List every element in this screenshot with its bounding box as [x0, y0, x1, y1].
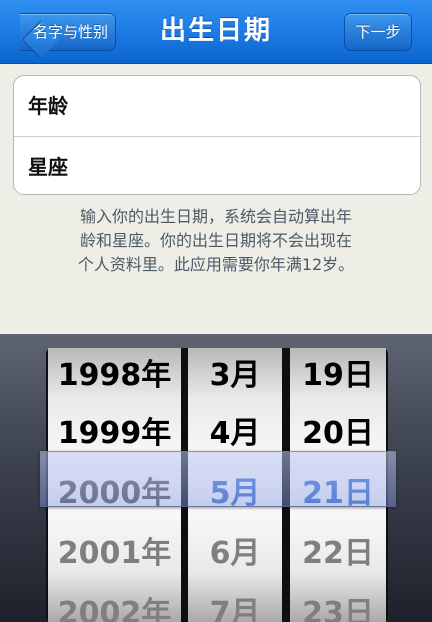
picker-selection-indicator	[40, 451, 396, 507]
zodiac-cell[interactable]: 星座	[14, 136, 420, 194]
day-row[interactable]: 22日	[290, 524, 386, 584]
month-row[interactable]: 3月	[188, 348, 282, 406]
year-row[interactable]: 1998年	[48, 348, 181, 406]
navigation-bar: 出生日期 名字与性别 下一步	[0, 0, 432, 64]
info-note: 输入你的出生日期，系统会自动算出年 龄和星座。你的出生日期将不会出现在 个人资料…	[24, 205, 408, 277]
note-line-2: 龄和星座。你的出生日期将不会出现在	[79, 231, 352, 250]
age-cell[interactable]: 年龄	[14, 76, 420, 136]
next-button[interactable]: 下一步	[344, 13, 412, 51]
month-row[interactable]: 6月	[188, 524, 282, 584]
note-line-3: 个人资料里。此应用需要你年满12岁。	[77, 255, 355, 274]
back-button[interactable]: 名字与性别	[20, 13, 116, 59]
year-row[interactable]: 2002年	[48, 584, 181, 622]
back-button-label: 名字与性别	[32, 23, 108, 41]
day-row[interactable]: 23日	[290, 584, 386, 622]
note-line-1: 输入你的出生日期，系统会自动算出年	[79, 207, 352, 226]
year-row[interactable]: 2001年	[48, 524, 181, 584]
info-table: 年龄 星座	[13, 75, 421, 195]
day-row[interactable]: 19日	[290, 348, 386, 406]
month-row[interactable]: 7月	[188, 584, 282, 622]
